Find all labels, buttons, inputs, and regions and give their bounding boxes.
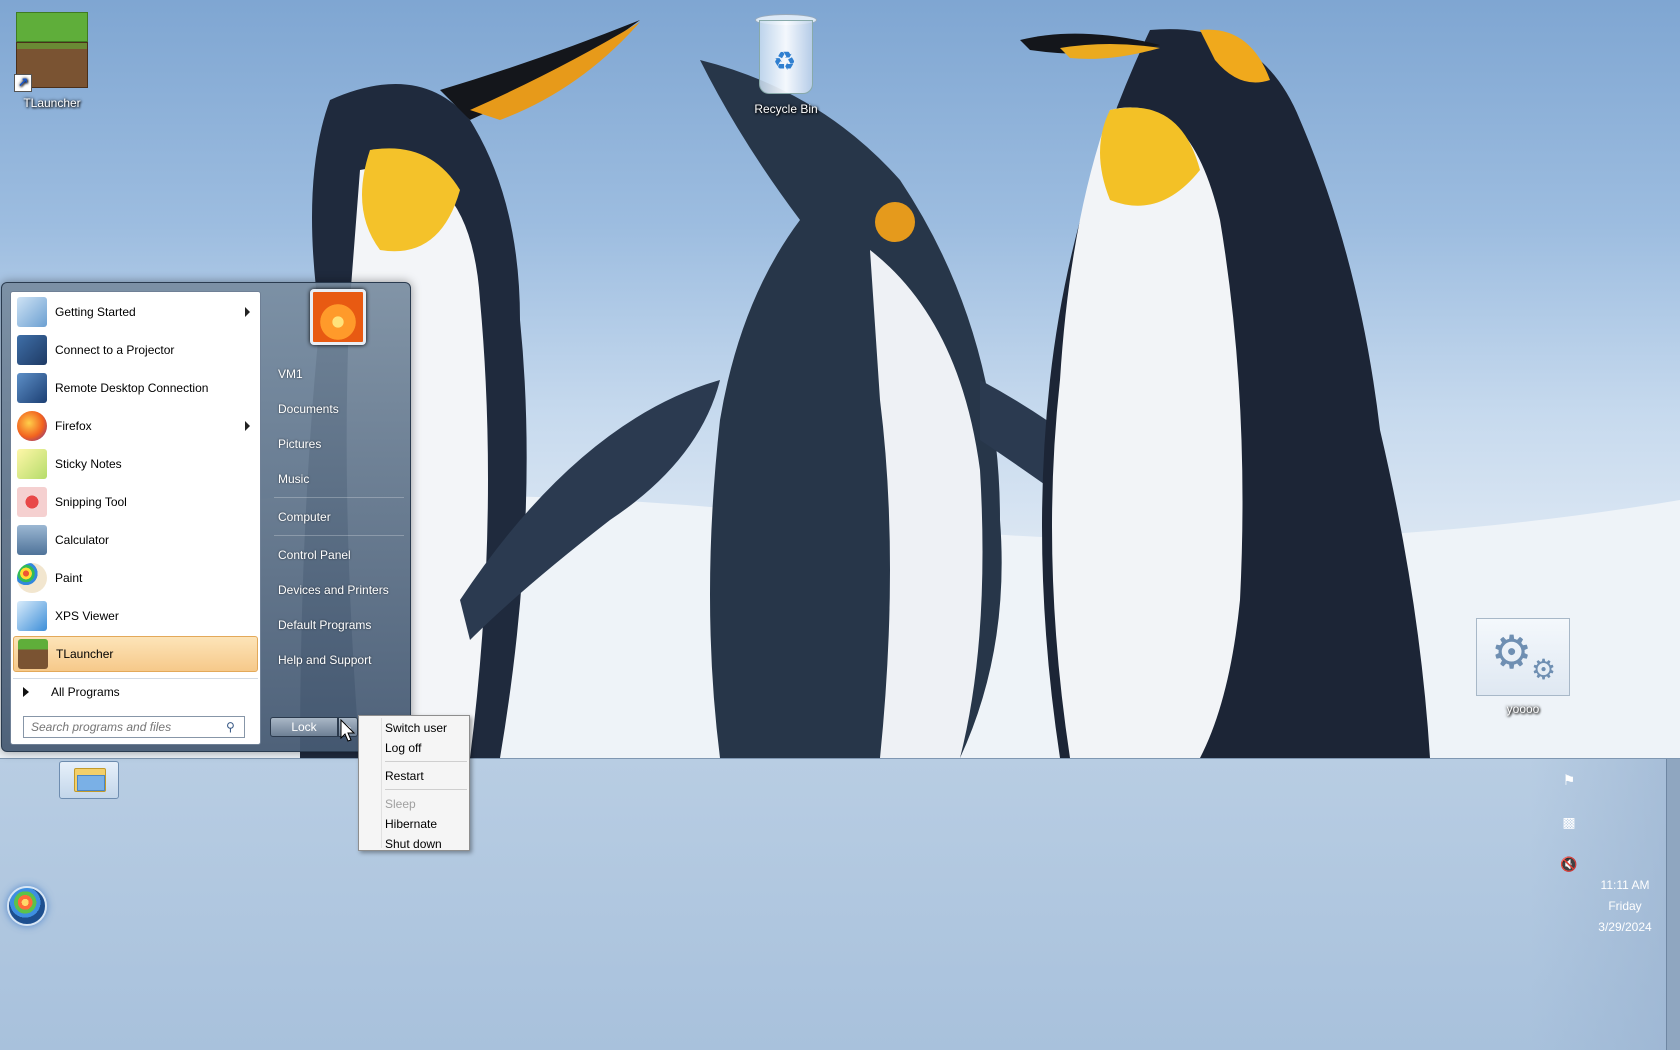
program-label: Remote Desktop Connection bbox=[55, 381, 209, 395]
program-label: Snipping Tool bbox=[55, 495, 127, 509]
calculator-icon bbox=[17, 525, 47, 555]
clock[interactable]: 11:11 AM Friday 3/29/2024 bbox=[1570, 875, 1680, 938]
lock-button[interactable]: Lock bbox=[270, 717, 338, 737]
search-input[interactable] bbox=[24, 717, 214, 737]
program-label: Firefox bbox=[55, 419, 92, 433]
link-documents[interactable]: Documents bbox=[274, 395, 404, 423]
desktop-icon-recycle-bin[interactable]: ♻ Recycle Bin bbox=[741, 8, 831, 116]
all-programs-button[interactable]: All Programs bbox=[13, 678, 258, 704]
program-label: Connect to a Projector bbox=[55, 343, 175, 357]
projector-icon bbox=[17, 335, 47, 365]
tlauncher-icon: ↗ bbox=[10, 8, 94, 92]
program-xps-viewer[interactable]: XPS Viewer bbox=[13, 598, 258, 634]
menu-separator bbox=[385, 761, 467, 762]
mouse-pointer-icon bbox=[340, 719, 356, 742]
program-paint[interactable]: Paint bbox=[13, 560, 258, 596]
taskbar-left bbox=[0, 759, 120, 1050]
recycle-bin-icon: ♻ bbox=[751, 8, 821, 98]
start-search: ⚲ bbox=[23, 716, 245, 738]
remote-desktop-icon bbox=[17, 373, 47, 403]
taskbar: ⚑ ▩ 🔇 11:11 AM Friday 3/29/2024 bbox=[0, 758, 1680, 1050]
folder-icon bbox=[74, 768, 106, 792]
menu-item-sleep: Sleep bbox=[385, 797, 416, 811]
separator bbox=[274, 535, 404, 536]
sticky-notes-icon bbox=[17, 449, 47, 479]
link-default-programs[interactable]: Default Programs bbox=[274, 611, 404, 639]
link-music[interactable]: Music bbox=[274, 465, 404, 493]
menu-item-shut-down[interactable]: Shut down bbox=[361, 834, 467, 854]
program-getting-started[interactable]: Getting Started bbox=[13, 294, 258, 330]
link-devices-printers[interactable]: Devices and Printers bbox=[274, 576, 404, 604]
program-sticky-notes[interactable]: Sticky Notes bbox=[13, 446, 258, 482]
snipping-tool-icon bbox=[17, 487, 47, 517]
program-label: Sticky Notes bbox=[55, 457, 122, 471]
menu-separator bbox=[385, 789, 467, 790]
getting-started-icon bbox=[17, 297, 47, 327]
network-icon[interactable]: ▩ bbox=[1560, 813, 1578, 831]
system-tray: ⚑ ▩ 🔇 11:11 AM Friday 3/29/2024 bbox=[1530, 759, 1680, 1050]
program-tlauncher[interactable]: TLauncher bbox=[13, 636, 258, 672]
program-label: TLauncher bbox=[56, 647, 114, 661]
start-menu: Getting Started Connect to a Projector R… bbox=[1, 282, 411, 752]
desktop-icon-yoooo[interactable]: ⚙ ⚙ yoooo bbox=[1473, 618, 1573, 716]
firefox-icon bbox=[17, 411, 47, 441]
expand-arrow-icon bbox=[23, 686, 29, 697]
submenu-arrow-icon bbox=[245, 307, 250, 317]
program-remote-desktop[interactable]: Remote Desktop Connection bbox=[13, 370, 258, 406]
program-calculator[interactable]: Calculator bbox=[13, 522, 258, 558]
program-firefox[interactable]: Firefox bbox=[13, 408, 258, 444]
start-menu-programs-panel: Getting Started Connect to a Projector R… bbox=[10, 291, 261, 745]
menu-item-restart[interactable]: Restart bbox=[361, 766, 467, 786]
program-connect-projector[interactable]: Connect to a Projector bbox=[13, 332, 258, 368]
shortcut-arrow-icon: ↗ bbox=[14, 74, 32, 92]
desktop-icon-tlauncher[interactable]: ↗ TLauncher bbox=[7, 8, 97, 110]
user-avatar[interactable] bbox=[310, 289, 366, 345]
program-label: Paint bbox=[55, 571, 83, 585]
volume-muted-icon[interactable]: 🔇 bbox=[1560, 855, 1578, 873]
program-label: XPS Viewer bbox=[55, 609, 119, 623]
taskbar-scrollbar[interactable] bbox=[1666, 759, 1680, 1050]
program-label: Getting Started bbox=[55, 305, 136, 319]
clock-day: Friday bbox=[1608, 899, 1642, 913]
action-center-flag-icon[interactable]: ⚑ bbox=[1560, 771, 1578, 789]
desktop-icon-label: Recycle Bin bbox=[754, 102, 818, 116]
program-label: Calculator bbox=[55, 533, 110, 547]
link-pictures[interactable]: Pictures bbox=[274, 430, 404, 458]
program-snipping-tool[interactable]: Snipping Tool bbox=[13, 484, 258, 520]
submenu-arrow-icon bbox=[245, 421, 250, 431]
start-orb-button[interactable] bbox=[7, 886, 47, 926]
settings-gear-icon: ⚙ ⚙ bbox=[1476, 618, 1570, 696]
menu-item-hibernate[interactable]: Hibernate bbox=[361, 814, 467, 834]
clock-time: 11:11 AM bbox=[1600, 878, 1650, 892]
link-vm1[interactable]: VM1 bbox=[274, 360, 404, 388]
link-computer[interactable]: Computer bbox=[274, 503, 404, 531]
link-control-panel[interactable]: Control Panel bbox=[274, 541, 404, 569]
xps-viewer-icon bbox=[17, 601, 47, 631]
taskbar-explorer-button[interactable] bbox=[59, 761, 119, 799]
link-help-support[interactable]: Help and Support bbox=[274, 646, 404, 674]
desktop-icon-label: yoooo bbox=[1506, 702, 1540, 716]
tlauncher-icon bbox=[18, 639, 48, 669]
search-icon[interactable]: ⚲ bbox=[226, 720, 240, 734]
power-options-menu: Switch user Log off Restart Sleep Hibern… bbox=[358, 715, 470, 851]
desktop-icon-label: TLauncher bbox=[23, 96, 81, 110]
separator bbox=[274, 497, 404, 498]
all-programs-label: All Programs bbox=[51, 684, 120, 699]
menu-item-log-off[interactable]: Log off bbox=[361, 738, 467, 758]
clock-date: 3/29/2024 bbox=[1598, 920, 1652, 934]
menu-item-switch-user[interactable]: Switch user bbox=[361, 718, 467, 738]
start-menu-places-panel: VM1 Documents Pictures Music Computer Co… bbox=[266, 283, 412, 753]
paint-icon bbox=[17, 563, 47, 593]
